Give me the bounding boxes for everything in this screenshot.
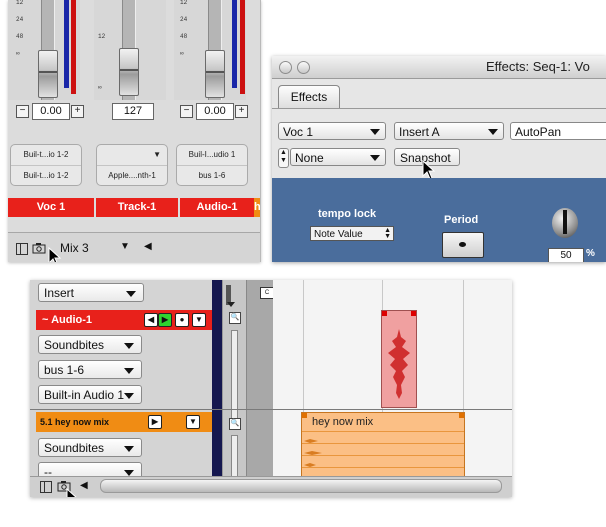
timeline-area[interactable]: hey now mix [273,280,512,480]
preset-stepper[interactable]: ▲ ▼ [278,148,289,168]
output-select[interactable]: bus 1-6 [38,360,142,379]
channel-name[interactable]: Track-1 [96,198,178,217]
plugin-name-field[interactable]: AutoPan [510,122,606,140]
meter-scale: 12 24 48 ∞ [16,0,24,57]
channel-strip: 12 24 48 ∞ − 0.00 + Buil-t...io 1-2 Buil-t.… [8,0,84,198]
mix-clip-label: hey now mix [312,416,374,428]
tab-divider [272,108,606,109]
minimize-button[interactable] [297,61,310,74]
title-bar: Effects: Seq-1: Vo [272,56,606,79]
sequence-editor-panel: 🔍 🔍 C hey now mix Insert ~ Audio-1 ◀ ▶ ●… [30,280,512,497]
channel-name[interactable]: Audio-1 [180,198,254,217]
zoom-icon[interactable]: 🔍 [229,418,241,430]
region-marker[interactable]: C [260,287,274,299]
audio-track-header[interactable]: ~ Audio-1 ◀ ▶ ● ▼ [36,310,212,330]
insert-select[interactable]: Insert [38,283,144,302]
layout-icon[interactable] [16,243,28,255]
decrement-button[interactable]: − [180,105,193,118]
level-meter [71,0,76,94]
pan-knob[interactable] [552,208,578,238]
region-column: C [246,280,274,480]
mix-dropdown-arrow-icon[interactable]: ▼ [120,241,130,252]
increment-button[interactable]: + [235,105,248,118]
lane-controls-column: 🔍 🔍 [222,280,247,482]
play-enable-button[interactable]: ▶ [148,415,162,429]
input-select[interactable]: Buil-I...udio 1 [177,145,247,165]
level-meter [240,0,245,94]
output-select[interactable]: Apple....nth-1 [97,165,167,186]
meter-area: 12 24 48 ∞ [174,0,246,100]
tempo-lock-label: tempo lock [318,208,377,220]
zoom-icon[interactable]: 🔍 [229,312,241,324]
mouse-pointer-icon [48,247,62,262]
period-label: Period [444,214,479,226]
period-button[interactable] [442,232,484,258]
record-arm-button[interactable]: ◀ [144,313,158,327]
input-select[interactable]: ▼ [97,145,167,165]
mix-name[interactable]: Mix 3 [60,241,89,255]
channel-name[interactable]: Voc 1 [8,198,94,217]
volume-fader[interactable] [119,48,139,96]
preset-select[interactable]: None [290,148,386,166]
gain-value[interactable]: 0.00 [32,103,70,120]
waveform [304,439,322,467]
tempo-lock-select[interactable]: Note Value ▲ ▼ [310,226,394,241]
insert-select[interactable]: Insert A [394,122,504,140]
increment-button[interactable]: + [71,105,84,118]
mouse-pointer-icon [422,160,436,180]
output-select[interactable]: Buil-t...io 1-2 [11,165,81,186]
track-name[interactable]: 5.1 hey now mix [40,412,109,432]
track-select[interactable]: Voc 1 [278,122,386,140]
channel-strip: 12 24 48 ∞ − 0.00 + Buil-I...udio 1 bus 1-6 [174,0,250,198]
input-select[interactable]: Buil-t...io 1-2 [11,145,81,165]
effect-select[interactable]: Soundbites [38,335,142,354]
track-name[interactable]: ~ Audio-1 [42,310,92,330]
camera-icon[interactable] [32,242,46,257]
mouse-pointer-icon [66,488,77,497]
decrement-button[interactable]: − [16,105,29,118]
scroll-left-icon[interactable]: ◀ [144,241,152,252]
knob-value[interactable]: 50 [548,248,584,262]
gain-value[interactable]: 0.00 [196,103,234,120]
level-meter [64,0,69,88]
mix-track-header[interactable]: 5.1 hey now mix ▶ ▼ [36,412,212,432]
mix-clip[interactable]: hey now mix [301,412,465,480]
window-title: Effects: Seq-1: Vo [486,59,590,74]
io-selector[interactable]: Buil-I...udio 1 bus 1-6 [176,144,248,186]
horizontal-scrollbar[interactable] [100,479,502,493]
track-menu-button[interactable]: ▼ [186,415,200,429]
audio-clip[interactable] [381,310,417,408]
level-meter [232,0,237,88]
io-selector[interactable]: ▼ Apple....nth-1 [96,144,168,186]
meter-area: 12 ∞ [94,0,166,100]
input-select[interactable]: Built-in Audio 1 [38,385,142,404]
volume-fader[interactable] [205,50,225,98]
waveform [388,329,410,399]
output-select[interactable]: bus 1-6 [177,165,247,186]
meter-scale: 12 ∞ [98,33,106,91]
volume-slider[interactable] [231,435,238,482]
close-button[interactable] [279,61,292,74]
effect-select[interactable]: Soundbites [38,438,142,457]
velocity-value[interactable]: 127 [112,103,154,120]
track-menu-button[interactable]: ▼ [192,313,206,327]
tab-effects[interactable]: Effects [278,85,340,109]
mixer-footer: Mix 3 ▼ ◀ [8,232,260,262]
autopan-plugin-panel: tempo lock Note Value ▲ ▼ Period 50 % [272,178,606,262]
layout-icon[interactable] [40,481,52,493]
effects-window: Effects: Seq-1: Vo Effects Voc 1 Insert … [272,56,606,262]
play-enable-button[interactable]: ▶ [158,313,172,327]
channel-strip: 12 ∞ 127 ▼ Apple....nth-1 [94,0,170,198]
meter-area: 12 24 48 ∞ [8,0,80,100]
io-selector[interactable]: Buil-t...io 1-2 Buil-t...io 1-2 [10,144,82,186]
knob-unit: % [586,248,595,259]
solo-button[interactable]: ● [175,313,189,327]
channel-name-partial[interactable]: h [254,198,260,217]
volume-fader[interactable] [38,50,58,98]
meter-scale: 12 24 48 ∞ [180,0,188,57]
mixer-panel: 12 24 48 ∞ − 0.00 + Buil-t...io 1-2 Buil-t.… [8,0,261,262]
track-color-strip [212,280,222,480]
scroll-left-icon[interactable]: ◀ [80,480,88,491]
